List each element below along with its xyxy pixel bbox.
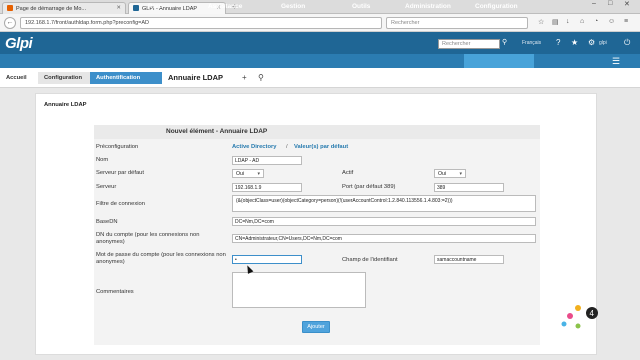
account-dn-label: DN du compte (pour les connexions non an…	[96, 232, 200, 245]
watermark-logo-icon: 4	[561, 305, 598, 329]
server-field[interactable]: 192.168.1.9	[232, 183, 302, 192]
default-server-value: Oui	[236, 171, 245, 177]
main-panel: Annuaire LDAP Nouvel élément - Annuaire …	[35, 93, 597, 355]
url-bar[interactable]: 192.168.1.7/front/authldap.form.php?prec…	[20, 17, 382, 29]
form-title: Nouvel élément - Annuaire LDAP	[166, 128, 268, 135]
hamburger-menu-icon[interactable]: ☰	[612, 56, 620, 67]
browser-tab-bar: Page de démarrage de Mo... ✕ GLPI - Annua…	[0, 0, 640, 14]
main-menu	[0, 54, 640, 68]
chat-icon[interactable]: ☺	[608, 18, 615, 25]
minimize-icon[interactable]: –	[592, 0, 596, 7]
pocket-icon[interactable]: ◔	[594, 18, 598, 25]
add-button[interactable]: Ajouter	[302, 321, 330, 333]
help-icon[interactable]: ?	[556, 38, 560, 47]
logout-icon[interactable]: ⏻	[624, 38, 630, 48]
comments-label: Commentaires	[96, 289, 134, 295]
filter-textarea[interactable]: (&(objectClass=user)(objectCategory=pers…	[232, 195, 536, 212]
form-header: Nouvel élément - Annuaire LDAP	[94, 125, 540, 139]
password-field[interactable]: •	[232, 255, 302, 264]
menu-gestion[interactable]: Gestion	[281, 3, 305, 10]
star-icon[interactable]: ☆	[538, 18, 544, 26]
glpi-favicon	[133, 5, 139, 11]
breadcrumb-authentication[interactable]: Authentification	[90, 72, 162, 84]
back-icon[interactable]: ←	[4, 17, 16, 29]
firefox-icon	[7, 5, 13, 11]
active-value: Oui	[438, 171, 447, 177]
basedn-label: BaseDN	[96, 219, 118, 225]
account-dn-field[interactable]: CN=Administrateur,CN=Users,DC=Nm,DC=com	[232, 234, 536, 243]
breadcrumb: Accueil Configuration Authentification A…	[0, 68, 640, 88]
close-window-icon[interactable]: ✕	[624, 0, 630, 8]
breadcrumb-ldap[interactable]: Annuaire LDAP	[162, 72, 229, 84]
close-tab-icon[interactable]: ✕	[116, 5, 121, 11]
menu-assistance[interactable]: Assistance	[208, 3, 242, 10]
name-label: Nom	[96, 157, 109, 163]
reading-list-icon[interactable]: ▤	[552, 18, 559, 26]
glpi-logo[interactable]: Glpi	[5, 35, 33, 52]
maximize-icon[interactable]: □	[608, 0, 612, 7]
default-server-label: Serveur par défaut	[96, 170, 145, 176]
active-label: Actif	[342, 170, 354, 176]
ldap-form: Préconfiguration Active Directory / Vale…	[94, 139, 540, 345]
preconfig-default-link[interactable]: Valeur(s) par défaut	[294, 144, 348, 150]
favorites-icon[interactable]: ★	[571, 38, 578, 47]
server-label: Serveur	[96, 184, 117, 190]
menu-outils[interactable]: Outils	[352, 3, 370, 10]
breadcrumb-home[interactable]: Accueil	[0, 72, 38, 84]
preconfig-label: Préconfiguration	[96, 144, 139, 150]
login-field-input[interactable]: samaccountname	[434, 255, 504, 264]
home-icon[interactable]: ⌂	[580, 18, 584, 25]
browser-search-input[interactable]: Rechercher	[386, 17, 528, 29]
filter-label: Filtre de connexion	[96, 201, 145, 207]
preconfig-separator: /	[286, 144, 288, 150]
password-label: Mot de passe du compte (pour les connexi…	[96, 252, 226, 265]
tab-label: Page de démarrage de Mo...	[16, 6, 87, 12]
page-title: Annuaire LDAP	[44, 102, 87, 108]
breadcrumb-configuration[interactable]: Configuration	[38, 72, 90, 84]
svg-text:4: 4	[590, 309, 595, 318]
menu-icon[interactable]: ≡	[624, 18, 628, 25]
comments-textarea[interactable]	[232, 272, 366, 308]
glpi-search-input[interactable]: Rechercher	[438, 39, 500, 49]
basedn-field[interactable]: DC=Nm,DC=com	[232, 217, 536, 226]
active-select[interactable]: Oui ▾	[434, 169, 466, 178]
port-label: Port (par défaut 389)	[342, 184, 396, 190]
user-settings-icon[interactable]: ⚙	[588, 38, 595, 47]
preconfig-active-directory-link[interactable]: Active Directory	[232, 144, 276, 150]
search-icon[interactable]: ⚲	[502, 38, 507, 46]
menu-active-highlight	[464, 54, 534, 68]
browser-tab-start-page[interactable]: Page de démarrage de Mo... ✕	[2, 2, 126, 14]
chevron-down-icon: ▾	[459, 171, 462, 177]
chevron-down-icon: ▾	[257, 171, 260, 177]
menu-parc[interactable]: Parc	[148, 3, 162, 10]
browser-toolbar: ← 192.168.1.7/front/authldap.form.php?pr…	[0, 14, 640, 32]
menu-configuration[interactable]: Configuration	[475, 3, 518, 10]
port-field[interactable]: 389	[434, 183, 504, 192]
login-field-label: Champ de l'identifiant	[342, 257, 398, 263]
add-icon[interactable]: +	[242, 73, 247, 82]
name-field[interactable]: LDAP - AD	[232, 156, 302, 165]
download-icon[interactable]: ↓	[566, 18, 570, 25]
user-name[interactable]: glpi	[599, 40, 607, 46]
language-selector[interactable]: Français	[522, 40, 541, 46]
menu-administration[interactable]: Administration	[405, 3, 451, 10]
glpi-header: Glpi Rechercher ⚲ Français ? ★ ⚙ glpi ⏻	[0, 32, 640, 54]
search-icon[interactable]: ⚲	[258, 73, 264, 82]
default-server-select[interactable]: Oui ▾	[232, 169, 264, 178]
